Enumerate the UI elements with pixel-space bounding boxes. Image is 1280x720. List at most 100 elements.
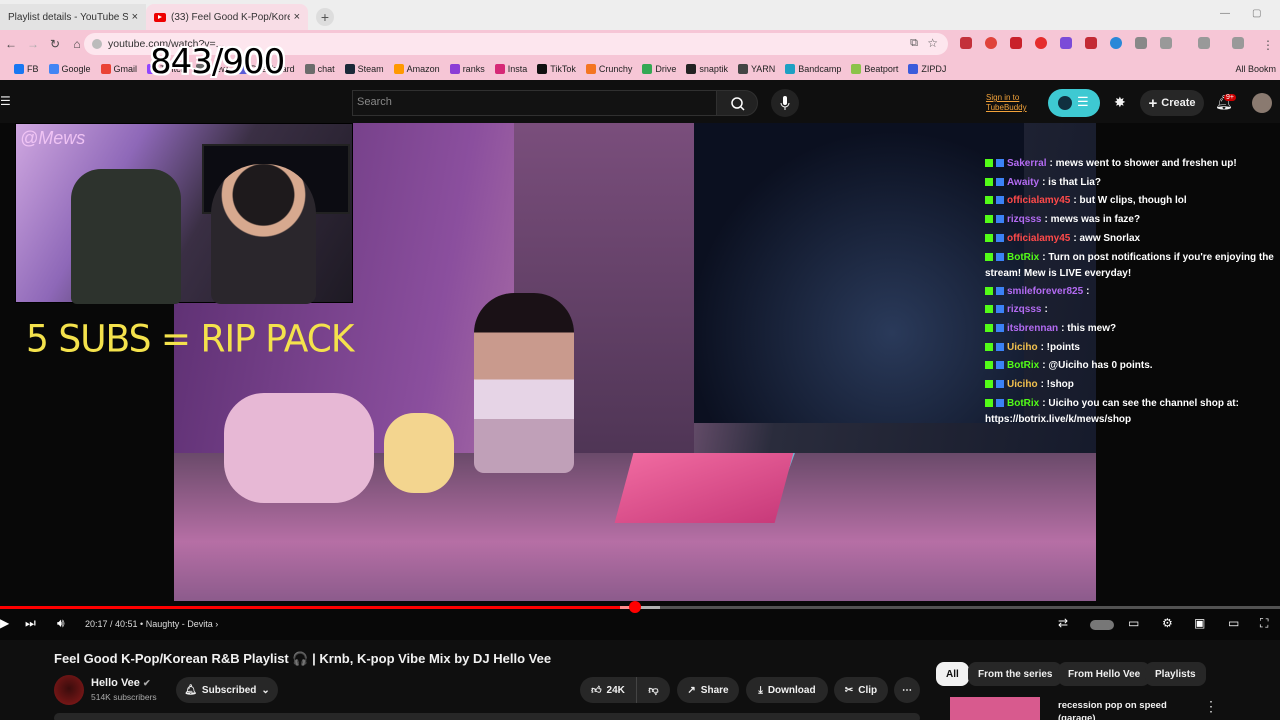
tubebuddy-menu-button[interactable]: ☰ [1048,89,1100,117]
maximize-icon[interactable]: ▢ [1252,8,1261,19]
bookmark-amazon[interactable]: Amazon [393,64,440,74]
search-input[interactable]: Search [352,90,716,116]
extension-icon[interactable] [1110,37,1122,49]
scrubber-knob[interactable] [628,601,641,613]
chip-all[interactable]: All [936,662,969,686]
chat-text: but W clips, though lol [1079,195,1187,207]
minimize-icon[interactable]: — [1220,8,1230,19]
tab-close-icon[interactable]: × [132,11,138,23]
bookmark-label: Drive [655,64,677,74]
extension-icon[interactable] [1035,37,1047,49]
next-icon[interactable]: ⏭ [25,616,36,631]
subs-banner: 5 SUBS = RIP PACK [26,317,354,362]
all-bookmarks-button[interactable]: All Bookm [1235,64,1276,74]
chapter-title[interactable]: Naughty - Devita [146,619,213,629]
tab-playlist-details[interactable]: Playlist details - YouTube Studio × [0,4,146,30]
bookmark-yarn[interactable]: YARN [737,64,775,74]
extensions-puzzle-icon[interactable] [1160,37,1172,49]
back-icon[interactable]: ← [0,37,22,51]
create-button[interactable]: + Create [1140,90,1204,116]
chat-username: Uiciho [1007,379,1038,391]
recommended-thumbnail[interactable] [950,697,1040,720]
scene-dj [474,293,574,473]
clip-button[interactable]: ✂ Clip [834,677,888,703]
bookmark-favicon-icon [686,64,697,74]
like-button[interactable]: 👍︎ 24K [580,677,636,703]
chip-playlists[interactable]: Playlists [1145,662,1206,686]
subscribed-button[interactable]: 🔔︎ Subscribed ⌄ [176,677,278,703]
video-camera-icon[interactable]: ✸ [1114,94,1126,111]
volume-icon[interactable]: 🔊︎ [57,616,65,631]
more-actions-button[interactable]: ⋯ [894,677,920,703]
bookmark-favicon-icon [100,64,111,74]
extension-icon[interactable] [1135,37,1147,49]
bookmark-crunchy[interactable]: Crunchy [585,64,632,74]
install-icon[interactable]: ⧉ [910,37,918,50]
download-button[interactable]: ⤓ Download [746,677,828,703]
bookmark-chat[interactable]: chat [304,64,335,74]
bookmark-label: Insta [507,64,528,74]
profile-icon[interactable] [1232,37,1244,49]
bookmark-star-icon[interactable]: ☆ [927,36,938,50]
extension-icon[interactable] [1060,37,1072,49]
extension-icon[interactable] [960,37,972,49]
description-box[interactable] [54,713,920,720]
recommended-title[interactable]: recession pop on speed (garage) [1058,699,1188,720]
autoplay-toggle[interactable] [1090,620,1114,630]
tubebuddy-signin-link[interactable]: Sign in to TubeBuddy [986,93,1036,113]
bookmark-beatport[interactable]: Beatport [851,64,898,74]
video-player[interactable]: @Mews 5 SUBS = RIP PACK Sakerral: mews w… [0,123,1280,640]
play-icon[interactable]: ▶ [0,616,9,630]
extension-icon[interactable] [1085,37,1097,49]
dislike-button[interactable]: 👎︎ [636,677,670,703]
site-info-icon[interactable] [92,39,102,49]
fullscreen-icon[interactable]: ⛶ [1260,616,1268,631]
bookmark-steam[interactable]: Steam [344,64,384,74]
new-tab-button[interactable]: + [316,8,334,26]
captions-icon[interactable]: ▭ [1128,616,1139,630]
bookmark-bandcamp[interactable]: Bandcamp [785,64,841,74]
autoplay-loop-icon[interactable]: ⇄ [1058,616,1068,630]
bookmark-label: Gmail [113,64,138,74]
chat-username: Sakerral [1007,158,1047,169]
miniplayer-icon[interactable]: ▣ [1194,616,1205,630]
chip-from-the-series[interactable]: From the series [968,662,1063,686]
side-panel-icon[interactable] [1198,37,1210,49]
tab-close-icon[interactable]: × [294,11,300,23]
account-avatar[interactable] [1252,93,1272,113]
bookmark-ranks[interactable]: ranks [449,64,485,74]
channel-name[interactable]: Hello Vee ✔ [91,677,151,689]
channel-avatar[interactable] [54,675,84,705]
streamer-webcam-overlay: @Mews [15,123,353,304]
menu-kebab-icon[interactable]: ⋮ [1262,38,1274,52]
search-button[interactable] [716,90,758,116]
user-badge-icon [996,286,1004,295]
voice-search-button[interactable] [771,89,799,117]
hamburger-menu-icon[interactable]: ☰ [0,94,11,108]
tab-youtube-video[interactable]: (33) Feel Good K-Pop/Korean R&B Playlist… [146,4,308,30]
settings-gear-icon[interactable]: ⚙ [1162,616,1173,630]
user-badge-icon [996,398,1004,407]
bookmark-drive[interactable]: Drive [642,64,676,74]
chat-text: mews went to shower and freshen up! [1055,158,1237,169]
bookmark-google[interactable]: Google [48,64,91,74]
bookmark-snaptik[interactable]: snaptik [686,64,728,74]
theater-mode-icon[interactable]: ▭ [1228,616,1239,630]
extension-icon[interactable] [985,37,997,49]
chat-separator: : [1086,285,1090,297]
user-badge-icon [996,215,1004,224]
kick-badge-icon [985,252,993,261]
bookmark-zipdj[interactable]: ZIPDJ [908,64,946,74]
bookmark-gmail[interactable]: Gmail [100,64,138,74]
extension-icon[interactable] [1010,37,1022,49]
bookmark-tiktok[interactable]: TikTok [537,64,576,74]
kick-badge-icon [985,323,993,332]
chip-from-hello-vee[interactable]: From Hello Vee [1058,662,1151,686]
bookmark-fb[interactable]: FB [14,64,39,74]
forward-icon[interactable]: → [22,37,44,51]
reload-icon[interactable]: ↻ [44,37,66,51]
bookmark-insta[interactable]: Insta [494,64,528,74]
share-button[interactable]: ↗ Share [677,677,739,703]
recommended-more-icon[interactable]: ⋮ [1204,698,1218,715]
bookmark-label: chat [317,64,335,74]
